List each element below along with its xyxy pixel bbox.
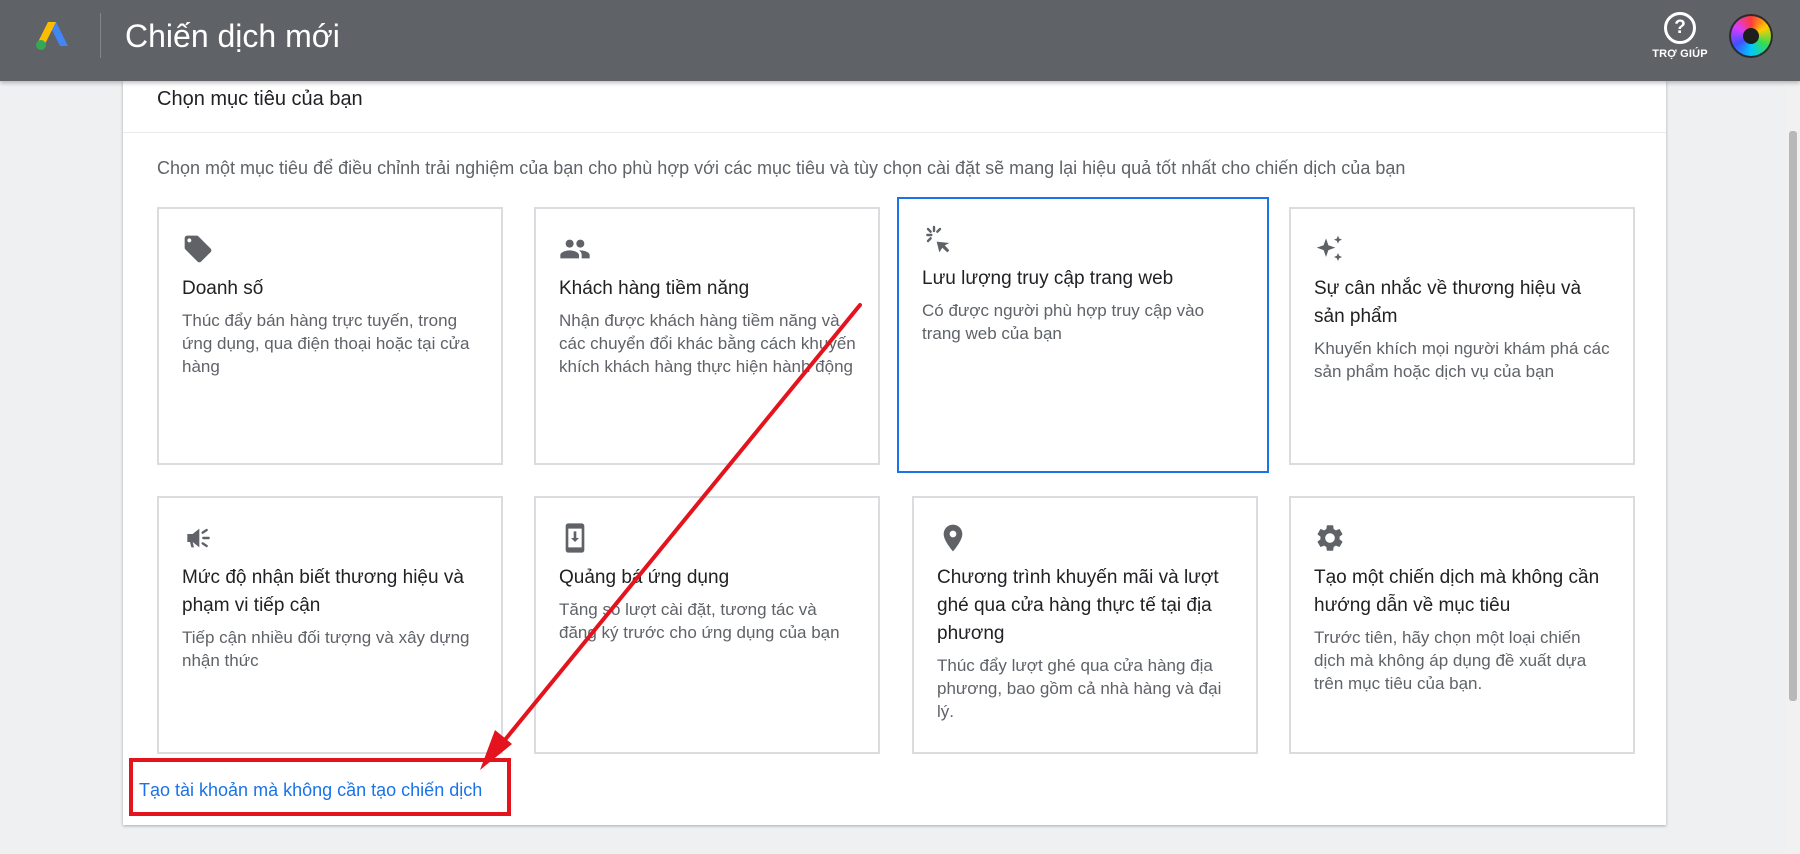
goal-title: Khách hàng tiềm năng: [559, 278, 750, 299]
goal-card-sales[interactable]: Doanh số Thúc đẩy bán hàng trực tuyến, t…: [157, 207, 503, 465]
megaphone-icon: [187, 528, 210, 548]
goal-card-website-traffic[interactable]: Lưu lượng truy cập trang web Có được ngư…: [897, 197, 1269, 473]
goal-card-brand-awareness[interactable]: Mức độ nhận biết thương hiệu và phạm vi …: [157, 496, 503, 754]
sparkle-icon: [1316, 235, 1342, 261]
goal-card-app-promotion[interactable]: Quảng bá ứng dụng Tăng số lượt cài đặt, …: [534, 496, 880, 754]
goal-card-local-store-visits[interactable]: Chương trình khuyến mãi và lượt ghé qua …: [912, 496, 1258, 754]
goal-card-no-goal[interactable]: Tạo một chiến dịch mà không cần hướng dẫ…: [1289, 496, 1635, 754]
goal-description: Tiếp cận nhiều đối tượng và xây dựng nhậ…: [182, 628, 470, 670]
goal-description: Có được người phù hợp truy cập vào trang…: [922, 301, 1205, 343]
page-title: Chiến dịch mới: [125, 18, 340, 54]
cursor-click-icon: [926, 225, 950, 253]
goal-description: Thúc đẩy bán hàng trực tuyến, trong ứng …: [182, 311, 470, 376]
section-description: Chọn một mục tiêu để điều chỉnh trải ngh…: [157, 158, 1406, 178]
goal-title: Doanh số: [182, 278, 264, 299]
section-heading: Chọn mục tiêu của bạn: [157, 88, 363, 110]
goal-title: Lưu lượng truy cập trang web: [922, 268, 1174, 289]
question-circle-icon: ?: [1664, 12, 1696, 44]
goal-description: Trước tiên, hãy chọn một loại chiến dịch…: [1314, 628, 1587, 693]
google-ads-logo[interactable]: [34, 20, 70, 52]
tag-icon: [184, 235, 212, 263]
top-app-bar: Chiến dịch mới ? TRỢ GIÚP: [0, 0, 1800, 81]
goal-card-leads[interactable]: Khách hàng tiềm năng Nhận được khách hàn…: [534, 207, 880, 465]
phone-download-icon: [565, 523, 585, 553]
goal-title: Chương trình khuyến mãi và lượt ghé qua …: [937, 567, 1219, 644]
page-scrollbar[interactable]: [1786, 81, 1800, 854]
goal-title: Quảng bá ứng dụng: [559, 567, 730, 588]
avatar[interactable]: [1729, 14, 1773, 58]
create-account-without-campaign-link[interactable]: Tạo tài khoản mà không cần tạo chiến dịc…: [139, 778, 482, 802]
people-icon: [560, 239, 590, 259]
goal-description: Tăng số lượt cài đặt, tương tác và đăng …: [559, 600, 840, 642]
help-label: TRỢ GIÚP: [1652, 48, 1708, 60]
goal-selection-panel: Chọn mục tiêu của bạn Chọn một mục tiêu …: [123, 81, 1666, 825]
help-button[interactable]: ? TRỢ GIÚP: [1648, 10, 1712, 66]
goal-description: Nhận được khách hàng tiềm năng và các ch…: [559, 311, 856, 376]
section-divider: [123, 132, 1666, 133]
goal-title: Sự cân nhắc về thương hiệu và sản phẩm: [1314, 278, 1582, 327]
goal-card-brand-consideration[interactable]: Sự cân nhắc về thương hiệu và sản phẩm K…: [1289, 207, 1635, 465]
goal-description: Thúc đẩy lượt ghé qua cửa hàng địa phươn…: [937, 656, 1222, 721]
location-pin-icon: [943, 524, 963, 552]
header-divider: [100, 13, 101, 58]
goal-description: Khuyến khích mọi người khám phá các sản …: [1314, 339, 1610, 381]
goal-title: Tạo một chiến dịch mà không cần hướng dẫ…: [1314, 567, 1600, 616]
gear-icon: [1317, 525, 1343, 551]
goal-title: Mức độ nhận biết thương hiệu và phạm vi …: [182, 567, 464, 616]
scrollbar-thumb[interactable]: [1789, 131, 1797, 701]
